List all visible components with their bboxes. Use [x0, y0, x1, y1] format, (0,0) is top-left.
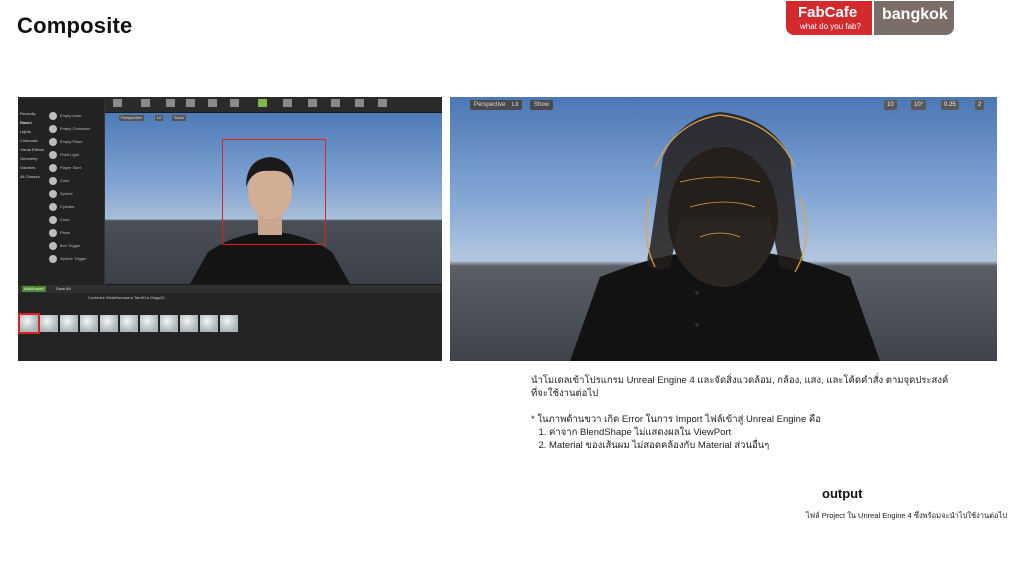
- asset-thumbnail[interactable]: [180, 315, 198, 343]
- mode-category[interactable]: Basic: [18, 118, 48, 127]
- sphere-icon: [49, 176, 57, 185]
- error-item: ค่าจาก BlendShape ไม่แสดงผลใน ViewPort: [549, 426, 951, 439]
- mode-item[interactable]: Box Trigger: [49, 239, 103, 252]
- mode-categories: Recently Placed Basic Lights Cinematic V…: [18, 109, 48, 181]
- lit-button[interactable]: Lit: [155, 115, 164, 121]
- mode-category[interactable]: Lights: [18, 127, 48, 136]
- logo-tagline: what do you fab?: [800, 22, 861, 31]
- asset-preview: [140, 315, 158, 332]
- mode-item[interactable]: Empty Actor: [49, 109, 103, 122]
- content-browser: Add/Import Save All Content ▸ MetaHumans…: [18, 285, 442, 361]
- face-highlight-box: [222, 139, 326, 245]
- sphere-icon: [49, 111, 57, 120]
- sphere-icon: [49, 163, 57, 172]
- asset-preview: [100, 315, 118, 332]
- asset-thumbnail[interactable]: [40, 315, 58, 343]
- mode-item[interactable]: Plane: [49, 226, 103, 239]
- asset-thumbnail[interactable]: [100, 315, 118, 343]
- logo-grey-block: bangkok: [874, 1, 954, 35]
- error-item: Material ของเส้นผม ไม่สอดคล้องกับ Materi…: [549, 439, 951, 452]
- sphere-icon: [49, 215, 57, 224]
- output-description: ไฟล์ Project ใน Unreal Engine 4 ซึ่งพร้อ…: [806, 511, 1008, 520]
- sphere-icon: [49, 137, 57, 146]
- mode-item[interactable]: Empty Pawn: [49, 135, 103, 148]
- character-hair-error-render: [570, 112, 880, 361]
- mode-item[interactable]: Sphere Trigger: [49, 252, 103, 265]
- sphere-icon: [49, 202, 57, 211]
- modes-panel: Recently Placed Basic Lights Cinematic V…: [18, 99, 105, 285]
- asset-thumbnail[interactable]: [120, 315, 138, 343]
- notes-block: นำโมเดลเข้าโปรแกรม Unreal Engine 4 และจั…: [531, 374, 951, 452]
- asset-preview: [180, 315, 198, 332]
- asset-thumbnail[interactable]: [160, 315, 178, 343]
- mode-items: Empty Actor Empty Character Empty Pawn P…: [49, 109, 103, 265]
- viewport-left[interactable]: Perspective Lit Show: [105, 113, 442, 284]
- unreal-editor-screenshot-left: Recently Placed Basic Lights Cinematic V…: [18, 97, 442, 361]
- notes-line-2: * ในภาพด้านขวา เกิด Error ในการ Import ไ…: [531, 414, 821, 425]
- asset-preview: [220, 315, 238, 332]
- mode-item[interactable]: Cylinder: [49, 200, 103, 213]
- fabcafe-logo: FabCafe what do you fab? bangkok: [786, 1, 954, 35]
- sphere-icon: [49, 124, 57, 133]
- logo-brand: FabCafe: [798, 4, 858, 21]
- asset-preview: [80, 315, 98, 332]
- slide-title: Composite: [17, 13, 133, 38]
- mode-category[interactable]: Cinematic: [18, 136, 48, 145]
- save-all-button[interactable]: Save All: [56, 286, 70, 292]
- asset-thumbnail[interactable]: [80, 315, 98, 343]
- mode-item[interactable]: Empty Character: [49, 122, 103, 135]
- mode-category[interactable]: Recently Placed: [18, 109, 48, 125]
- sphere-icon: [49, 150, 57, 159]
- asset-thumbnail[interactable]: [140, 315, 158, 343]
- output-heading: output: [822, 486, 863, 501]
- mode-category[interactable]: All Classes: [18, 172, 48, 181]
- asset-thumbnail[interactable]: [220, 315, 238, 343]
- error-list: ค่าจาก BlendShape ไม่แสดงผลใน ViewPort M…: [531, 426, 951, 452]
- content-path[interactable]: Content ▸ MetaHumans ▸ Tam01 ▸ Mugs01: [18, 294, 442, 302]
- mode-category[interactable]: Visual Effects: [18, 145, 48, 154]
- sphere-icon: [49, 189, 57, 198]
- asset-thumbnail[interactable]: [200, 315, 218, 343]
- mode-category[interactable]: Geometry: [18, 154, 48, 163]
- sphere-icon: [49, 241, 57, 250]
- asset-grid: [18, 313, 238, 343]
- asset-preview: [200, 315, 218, 332]
- mode-item[interactable]: Cone: [49, 213, 103, 226]
- perspective-button[interactable]: Perspective: [119, 115, 144, 121]
- mode-category[interactable]: Volumes: [18, 163, 48, 172]
- mode-item[interactable]: Cube: [49, 174, 103, 187]
- sphere-icon: [49, 254, 57, 263]
- logo-red-block: FabCafe what do you fab?: [786, 1, 872, 35]
- mode-item[interactable]: Sphere: [49, 187, 103, 200]
- mode-item[interactable]: Player Start: [49, 161, 103, 174]
- notes-line-1: นำโมเดลเข้าโปรแกรม Unreal Engine 4 และจั…: [531, 375, 949, 399]
- viewport-toolbar: Perspective Lit Show: [105, 113, 442, 123]
- asset-preview: [160, 315, 178, 332]
- unreal-editor-screenshot-right[interactable]: Perspective Lit Show 10 10° 0.25 2: [450, 97, 997, 361]
- asset-preview: [18, 313, 40, 334]
- asset-thumbnail[interactable]: [60, 315, 78, 343]
- asset-thumbnail[interactable]: [18, 313, 40, 343]
- logo-city: bangkok: [882, 6, 948, 23]
- asset-preview: [120, 315, 138, 332]
- asset-preview: [60, 315, 78, 332]
- asset-preview: [40, 315, 58, 332]
- add-import-button[interactable]: Add/Import: [22, 286, 46, 292]
- mode-item[interactable]: Point Light: [49, 148, 103, 161]
- show-button[interactable]: Show: [172, 115, 187, 121]
- sphere-icon: [49, 228, 57, 237]
- content-browser-bar: Add/Import Save All: [18, 285, 442, 293]
